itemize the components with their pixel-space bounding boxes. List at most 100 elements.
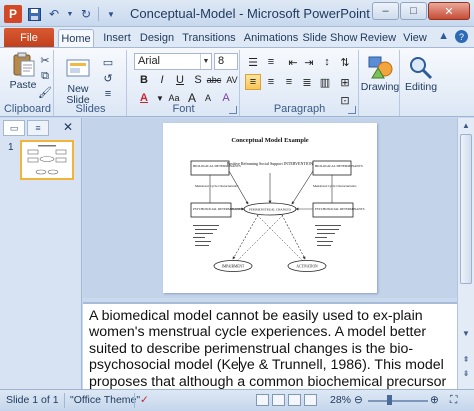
- qat-separator: [98, 7, 99, 21]
- align-right-icon[interactable]: ≡: [281, 74, 297, 90]
- drawing-button[interactable]: Drawing: [360, 54, 400, 93]
- drawing-label: Drawing: [360, 81, 400, 93]
- mcc-left-label: Menstrual Cycle Characteristics: [195, 184, 239, 188]
- tab-transitions[interactable]: Transitions: [181, 29, 237, 47]
- undo-dropdown-icon[interactable]: ▼: [66, 6, 74, 22]
- thumbnail-preview: [27, 145, 67, 175]
- slide-canvas[interactable]: Conceptual Model Example BIOLOGICAL DETE…: [163, 123, 377, 293]
- theme-name[interactable]: "Office Theme": [70, 394, 140, 406]
- slideshow-view-icon[interactable]: [304, 394, 317, 406]
- scroll-down-icon[interactable]: ▼: [460, 328, 472, 340]
- zoom-level[interactable]: 28%: [330, 394, 351, 406]
- customize-qat-icon[interactable]: ▼: [103, 6, 119, 22]
- notes-text[interactable]: A biomedical model cannot be easily used…: [83, 304, 457, 389]
- edge-activation: [281, 214, 306, 260]
- line-spacing-icon[interactable]: ↕: [319, 54, 335, 70]
- diagram-title: Conceptual Model Example: [231, 137, 308, 144]
- scroll-thumb[interactable]: [460, 134, 472, 284]
- shadow-button[interactable]: S: [190, 72, 206, 88]
- slide-thumbnail[interactable]: [20, 140, 74, 180]
- editing-button[interactable]: Editing: [403, 54, 439, 93]
- close-icon[interactable]: ✕: [63, 120, 73, 134]
- cut-icon[interactable]: ✂: [36, 52, 54, 68]
- reading-view-icon[interactable]: [288, 394, 301, 406]
- ribbon-tabs: File Home Insert Design Transitions Anim…: [0, 27, 474, 47]
- text-direction-icon[interactable]: ⇅: [337, 54, 353, 70]
- save-icon[interactable]: [26, 6, 42, 22]
- format-painter-icon[interactable]: 🖌: [36, 84, 54, 100]
- slides-tab-icon[interactable]: ▭: [3, 120, 25, 136]
- close-button[interactable]: ✕: [428, 2, 470, 20]
- tab-animations[interactable]: Animations: [243, 29, 299, 47]
- impairment-label: IMPAIRMENT: [222, 265, 245, 269]
- columns-icon[interactable]: ▥: [317, 74, 333, 90]
- font-size-combo[interactable]: 8: [214, 53, 238, 70]
- slide-editing-area: Conceptual Model Example BIOLOGICAL DETE…: [83, 118, 457, 298]
- collapse-ribbon-icon[interactable]: ▲: [438, 30, 449, 43]
- drawing-group: Drawing: [360, 50, 400, 116]
- tab-slide-show[interactable]: Slide Show: [302, 29, 358, 47]
- perimenstrual-label: PERIMENSTRUAL CHANGES: [249, 208, 291, 212]
- slide-sorter-icon[interactable]: [272, 394, 285, 406]
- tab-design[interactable]: Design: [140, 29, 174, 47]
- layout-icon[interactable]: ▭: [99, 54, 117, 70]
- zoom-out-icon[interactable]: ⊖: [354, 394, 363, 406]
- tab-review[interactable]: Review: [360, 29, 396, 47]
- powerpoint-logo-icon[interactable]: P: [4, 5, 22, 23]
- outline-tab-icon[interactable]: ≡: [27, 120, 49, 136]
- italic-button[interactable]: I: [154, 72, 170, 88]
- tab-insert[interactable]: Insert: [100, 29, 134, 47]
- char-spacing-button[interactable]: AV: [224, 72, 240, 88]
- new-slide-button[interactable]: New Slide: [61, 56, 95, 106]
- normal-view-icon[interactable]: [256, 394, 269, 406]
- tab-home[interactable]: Home: [58, 29, 94, 47]
- paste-label: Paste: [9, 79, 37, 91]
- reset-icon[interactable]: ↺: [99, 70, 117, 86]
- font-size-value: 8: [218, 55, 225, 67]
- help-icon[interactable]: ?: [455, 30, 468, 43]
- vertical-scrollbar[interactable]: ▲ ▼ ⇞ ⇟: [457, 118, 474, 389]
- zoom-slider[interactable]: [368, 400, 428, 402]
- zoom-slider-thumb[interactable]: [387, 395, 392, 405]
- justify-icon[interactable]: ≣: [299, 74, 315, 90]
- spellcheck-icon[interactable]: ✓: [140, 394, 149, 406]
- align-center-icon[interactable]: ≡: [263, 74, 279, 90]
- paste-button[interactable]: Paste: [6, 52, 40, 91]
- next-slide-icon[interactable]: ⇟: [460, 368, 472, 380]
- font-name-combo[interactable]: Arial ▼: [134, 53, 212, 70]
- underline-button[interactable]: U: [172, 72, 188, 88]
- undo-icon[interactable]: ↶: [46, 6, 62, 22]
- chevron-down-icon[interactable]: ▼: [200, 54, 211, 69]
- slides-group: New Slide ▭ ↺ ≡ Slides: [55, 50, 127, 116]
- intervention-label: Positive Reframing Social Support INTERV…: [227, 161, 313, 166]
- conceptual-model-diagram: Conceptual Model Example BIOLOGICAL DETE…: [190, 137, 365, 272]
- quick-access-toolbar: P ↶ ▼ ↻ ▼: [4, 4, 119, 24]
- tab-file[interactable]: File: [4, 28, 54, 47]
- align-left-icon[interactable]: ≡: [245, 74, 261, 90]
- slide-indicator: Slide 1 of 1: [6, 394, 59, 406]
- bold-button[interactable]: B: [136, 72, 152, 88]
- copy-icon[interactable]: ⧉: [36, 68, 54, 84]
- notes-pane[interactable]: A biomedical model cannot be easily used…: [83, 302, 457, 389]
- shadow-label: S: [194, 74, 202, 86]
- maximize-button[interactable]: □: [400, 2, 427, 20]
- status-bar: Slide 1 of 1 "Office Theme" ✓ 28% ⊖ ⊕ ⛶: [0, 389, 474, 411]
- numbering-icon[interactable]: ≡: [263, 54, 279, 70]
- window-controls: – □ ✕: [372, 2, 470, 20]
- zoom-in-icon[interactable]: ⊕: [430, 394, 439, 406]
- bullets-icon[interactable]: ☰: [245, 54, 261, 70]
- minimize-button[interactable]: –: [372, 2, 399, 20]
- decrease-indent-icon[interactable]: ⇤: [285, 54, 301, 70]
- editing-group: Editing: [401, 50, 441, 116]
- align-text-icon[interactable]: ⊞: [337, 74, 353, 90]
- font-group: Arial ▼ 8 B I U S abc AV A ▼ Aa A A A Fo…: [128, 50, 240, 116]
- section-icon[interactable]: ≡: [99, 86, 117, 102]
- previous-slide-icon[interactable]: ⇞: [460, 354, 472, 366]
- tab-view[interactable]: View: [400, 29, 430, 47]
- strikethrough-button[interactable]: abc: [206, 72, 222, 88]
- fit-to-window-icon[interactable]: ⛶: [450, 394, 457, 407]
- title-bar: P ↶ ▼ ↻ ▼ Conceptual-Model - Microsoft P…: [0, 0, 474, 27]
- scroll-up-icon[interactable]: ▲: [460, 120, 472, 132]
- redo-icon[interactable]: ↻: [78, 6, 94, 22]
- increase-indent-icon[interactable]: ⇥: [301, 54, 317, 70]
